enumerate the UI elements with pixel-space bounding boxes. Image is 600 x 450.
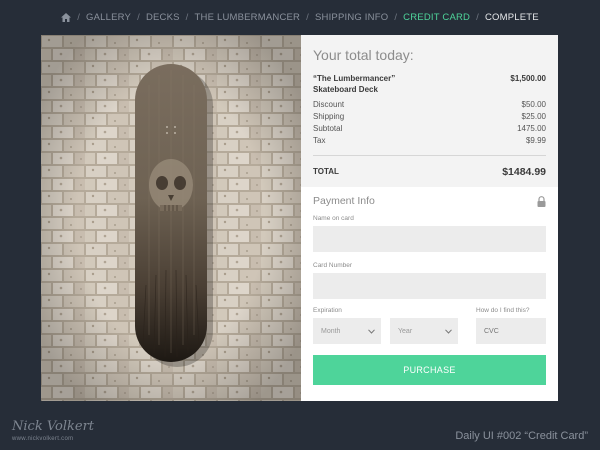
expiration-group: Expiration Month Year bbox=[313, 307, 458, 344]
line-label: Shipping bbox=[313, 112, 345, 121]
breadcrumb: / GALLERY / DECKS / THE LUMBERMANCER / S… bbox=[0, 12, 600, 23]
breadcrumb-separator: / bbox=[185, 12, 189, 23]
year-value: Year bbox=[398, 327, 413, 335]
product-photo bbox=[41, 35, 301, 401]
year-select[interactable]: Year bbox=[390, 318, 458, 344]
breadcrumb-the-lumbermancer[interactable]: THE LUMBERMANCER bbox=[195, 12, 301, 23]
payment-form: Payment Info Name on card Card Number Ex… bbox=[301, 187, 558, 344]
breadcrumb-separator: / bbox=[137, 12, 140, 23]
payment-header: Payment Info bbox=[313, 195, 546, 207]
payment-title: Payment Info bbox=[313, 195, 375, 207]
month-value: Month bbox=[321, 327, 341, 335]
breadcrumb-decks[interactable]: DECKS bbox=[146, 12, 180, 23]
subtotal-line: Subtotal 1475.00 bbox=[313, 123, 546, 135]
breadcrumb-separator: / bbox=[306, 12, 309, 23]
checkout-panel: Your total today: “The Lumbermancer” Ska… bbox=[301, 35, 558, 401]
signature-mark: Nick Volkert bbox=[12, 419, 95, 434]
checkout-card: Your total today: “The Lumbermancer” Ska… bbox=[41, 35, 558, 401]
signature-url[interactable]: www.nickvolkert.com bbox=[12, 433, 94, 445]
cvc-help-link[interactable]: How do I find this? bbox=[476, 307, 546, 314]
breadcrumb-separator: / bbox=[394, 12, 398, 23]
footer-label: Daily UI #002 “Credit Card” bbox=[455, 430, 588, 442]
chevron-down-icon bbox=[368, 328, 375, 334]
product-price: $1,500.00 bbox=[510, 74, 546, 83]
name-on-card-input[interactable] bbox=[313, 226, 546, 252]
expiration-label: Expiration bbox=[313, 307, 342, 314]
breadcrumb-gallery[interactable]: GALLERY bbox=[86, 12, 131, 23]
shipping-line: Shipping $25.00 bbox=[313, 111, 546, 123]
breadcrumb-separator: / bbox=[476, 12, 479, 23]
order-summary: Your total today: “The Lumbermancer” Ska… bbox=[301, 35, 558, 187]
line-value: $9.99 bbox=[525, 136, 546, 145]
card-number-label: Card Number bbox=[313, 262, 353, 269]
cvc-group: How do I find this? bbox=[476, 307, 546, 344]
chevron-down-icon bbox=[445, 328, 452, 334]
line-value: 1475.00 bbox=[517, 124, 546, 133]
line-label: Tax bbox=[313, 136, 326, 145]
line-value: $25.00 bbox=[521, 112, 546, 121]
card-number-input[interactable] bbox=[313, 273, 546, 299]
line-label: Discount bbox=[313, 100, 345, 109]
summary-title: Your total today: bbox=[313, 47, 414, 63]
cvc-input[interactable] bbox=[476, 318, 546, 344]
skateboard-deck-image bbox=[41, 35, 301, 401]
product-name: “The Lumbermancer” Skateboard Deck bbox=[313, 74, 396, 94]
tax-line: Tax $9.99 bbox=[313, 135, 546, 147]
lock-icon bbox=[537, 195, 546, 207]
breadcrumb-separator: / bbox=[77, 12, 81, 23]
line-label: Subtotal bbox=[313, 124, 343, 133]
expiration-row: Expiration Month Year How do I find this bbox=[313, 307, 546, 344]
home-icon[interactable] bbox=[61, 13, 72, 22]
line-value: $50.00 bbox=[521, 100, 546, 109]
total-label: TOTAL bbox=[313, 167, 339, 176]
total-value: $1484.99 bbox=[502, 166, 546, 178]
month-select[interactable]: Month bbox=[313, 318, 381, 344]
total-line: TOTAL $1484.99 bbox=[313, 155, 546, 178]
breadcrumb-credit-card[interactable]: CREDIT CARD bbox=[403, 12, 470, 23]
name-on-card-label: Name on card bbox=[313, 215, 354, 222]
purchase-button[interactable]: PURCHASE bbox=[313, 355, 546, 385]
breadcrumb-shipping-info[interactable]: SHIPPING INFO bbox=[315, 12, 388, 23]
breadcrumb-complete[interactable]: COMPLETE bbox=[485, 12, 539, 23]
product-line: “The Lumbermancer” Skateboard Deck $1,50… bbox=[313, 73, 546, 95]
discount-line: Discount $50.00 bbox=[313, 99, 546, 111]
signature-logo: Nick Volkert www.nickvolkert.com bbox=[12, 419, 95, 445]
